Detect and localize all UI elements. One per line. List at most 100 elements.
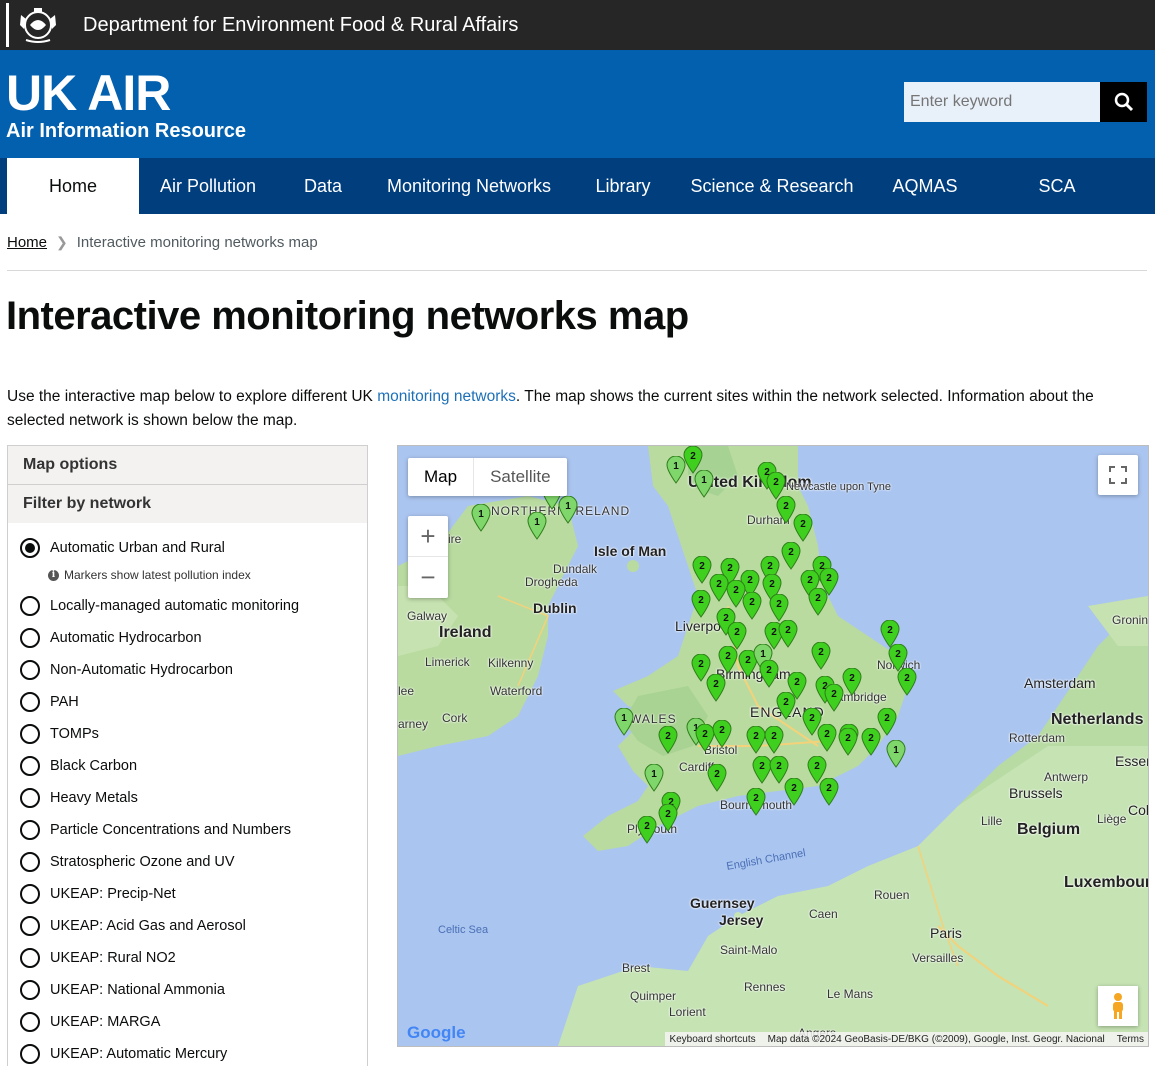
- pollution-index-marker[interactable]: 1: [527, 511, 547, 540]
- radio-button[interactable]: [20, 916, 40, 936]
- pollution-index-marker[interactable]: 2: [838, 727, 858, 756]
- nav-aqmas[interactable]: AQMAS: [867, 158, 983, 214]
- radio-button[interactable]: [20, 820, 40, 840]
- nav-data[interactable]: Data: [277, 158, 369, 214]
- terms-link[interactable]: Terms: [1117, 1034, 1144, 1045]
- pollution-index-marker[interactable]: 2: [706, 673, 726, 702]
- radio-button[interactable]: [20, 884, 40, 904]
- pollution-index-marker[interactable]: 2: [637, 815, 657, 844]
- svg-text:2: 2: [747, 575, 753, 586]
- pollution-index-marker[interactable]: 2: [807, 755, 827, 784]
- label-rotterdam: Rotterdam: [1009, 731, 1066, 745]
- defra-title[interactable]: Department for Environment Food & Rural …: [83, 14, 518, 37]
- pegman-icon[interactable]: [1098, 986, 1138, 1026]
- search-button[interactable]: [1100, 82, 1147, 122]
- search-input[interactable]: [904, 82, 1100, 122]
- network-option[interactable]: UKEAP: Automatic Mercury: [20, 1044, 227, 1064]
- keyboard-shortcuts-link[interactable]: Keyboard shortcuts: [669, 1034, 755, 1045]
- pollution-index-marker[interactable]: 1: [886, 739, 906, 768]
- pollution-index-marker[interactable]: 2: [769, 593, 789, 622]
- monitoring-networks-link[interactable]: monitoring networks: [377, 388, 516, 405]
- radio-button[interactable]: [20, 538, 40, 558]
- google-logo[interactable]: Google: [407, 1023, 466, 1043]
- pollution-index-marker[interactable]: 2: [861, 727, 881, 756]
- nav-science-research[interactable]: Science & Research: [677, 158, 867, 214]
- radio-button[interactable]: [20, 756, 40, 776]
- pollution-index-marker[interactable]: 2: [824, 683, 844, 712]
- network-option[interactable]: Stratospheric Ozone and UV: [20, 852, 235, 872]
- network-option-label: Black Carbon: [50, 758, 138, 774]
- radio-button[interactable]: [20, 724, 40, 744]
- fullscreen-icon[interactable]: [1098, 455, 1138, 495]
- network-option[interactable]: Automatic Hydrocarbon: [20, 628, 202, 648]
- nav-library[interactable]: Library: [569, 158, 677, 214]
- radio-button[interactable]: [20, 1044, 40, 1064]
- network-option[interactable]: UKEAP: National Ammonia: [20, 980, 225, 1000]
- radio-button[interactable]: [20, 660, 40, 680]
- pollution-index-marker[interactable]: 2: [842, 667, 862, 696]
- radio-button[interactable]: [20, 692, 40, 712]
- pollution-index-marker[interactable]: 2: [691, 589, 711, 618]
- network-option[interactable]: Heavy Metals: [20, 788, 138, 808]
- site-title[interactable]: UK AIR: [6, 64, 171, 122]
- network-option[interactable]: TOMPs: [20, 724, 99, 744]
- pollution-index-marker[interactable]: 2: [746, 787, 766, 816]
- zoom-in-button[interactable]: +: [408, 516, 448, 557]
- pollution-index-marker[interactable]: 2: [811, 641, 831, 670]
- network-option[interactable]: Black Carbon: [20, 756, 137, 776]
- pollution-index-marker[interactable]: 1: [694, 469, 714, 498]
- network-option[interactable]: PAH: [20, 692, 79, 712]
- radio-button[interactable]: [20, 788, 40, 808]
- network-option[interactable]: UKEAP: Rural NO2: [20, 948, 176, 968]
- pollution-index-marker[interactable]: 2: [742, 591, 762, 620]
- network-map[interactable]: United Kingdom NORTHERN IRELAND Isle of …: [397, 445, 1149, 1047]
- pollution-index-marker[interactable]: 2: [764, 725, 784, 754]
- map-tab[interactable]: Map: [408, 458, 473, 496]
- pollution-index-marker[interactable]: 2: [746, 725, 766, 754]
- pollution-index-marker[interactable]: 2: [718, 645, 738, 674]
- network-option[interactable]: UKEAP: MARGA: [20, 1012, 160, 1032]
- zoom-out-button[interactable]: −: [408, 557, 448, 597]
- pollution-index-marker[interactable]: 2: [759, 659, 779, 688]
- pollution-index-marker[interactable]: 1: [644, 763, 664, 792]
- network-option[interactable]: Non-Automatic Hydrocarbon: [20, 660, 233, 680]
- pollution-index-marker[interactable]: 2: [778, 619, 798, 648]
- radio-button[interactable]: [20, 596, 40, 616]
- pollution-index-marker[interactable]: 2: [658, 803, 678, 832]
- network-option-label: UKEAP: Automatic Mercury: [50, 1046, 228, 1062]
- label-kilkenny: Kilkenny: [488, 656, 534, 670]
- pollution-index-marker[interactable]: 2: [817, 723, 837, 752]
- info-icon: i: [48, 569, 59, 581]
- royal-crest-icon[interactable]: [6, 3, 67, 47]
- radio-button[interactable]: [20, 628, 40, 648]
- radio-button[interactable]: [20, 852, 40, 872]
- pollution-index-marker[interactable]: 1: [471, 503, 491, 532]
- pollution-index-marker[interactable]: 1: [614, 707, 634, 736]
- pollution-index-marker[interactable]: 2: [897, 667, 917, 696]
- pollution-index-marker[interactable]: 2: [683, 446, 703, 474]
- network-option[interactable]: UKEAP: Precip-Net: [20, 884, 176, 904]
- pollution-index-marker[interactable]: 2: [776, 691, 796, 720]
- network-option[interactable]: UKEAP: Acid Gas and Aerosol: [20, 916, 246, 936]
- radio-button[interactable]: [20, 980, 40, 1000]
- svg-text:1: 1: [534, 517, 540, 528]
- network-option[interactable]: Particle Concentrations and Numbers: [20, 820, 291, 840]
- satellite-tab[interactable]: Satellite: [473, 458, 566, 496]
- map-options-heading[interactable]: Map options: [8, 446, 367, 485]
- pollution-index-marker[interactable]: 2: [808, 587, 828, 616]
- radio-button[interactable]: [20, 948, 40, 968]
- nav-home[interactable]: Home: [7, 158, 139, 214]
- breadcrumb-home-link[interactable]: Home: [7, 234, 47, 251]
- pollution-index-marker[interactable]: 2: [712, 719, 732, 748]
- network-option[interactable]: Locally-managed automatic monitoring: [20, 596, 299, 616]
- nav-sca[interactable]: SCA: [983, 158, 1131, 214]
- pollution-index-marker[interactable]: 2: [793, 513, 813, 542]
- nav-monitoring-networks[interactable]: Monitoring Networks: [369, 158, 569, 214]
- network-option[interactable]: Automatic Urban and Rural: [20, 538, 225, 558]
- pollution-index-marker[interactable]: 2: [707, 763, 727, 792]
- pollution-index-marker[interactable]: 2: [781, 541, 801, 570]
- radio-button[interactable]: [20, 1012, 40, 1032]
- pollution-index-marker[interactable]: 2: [658, 725, 678, 754]
- pollution-index-marker[interactable]: 2: [784, 777, 804, 806]
- nav-air-pollution[interactable]: Air Pollution: [139, 158, 277, 214]
